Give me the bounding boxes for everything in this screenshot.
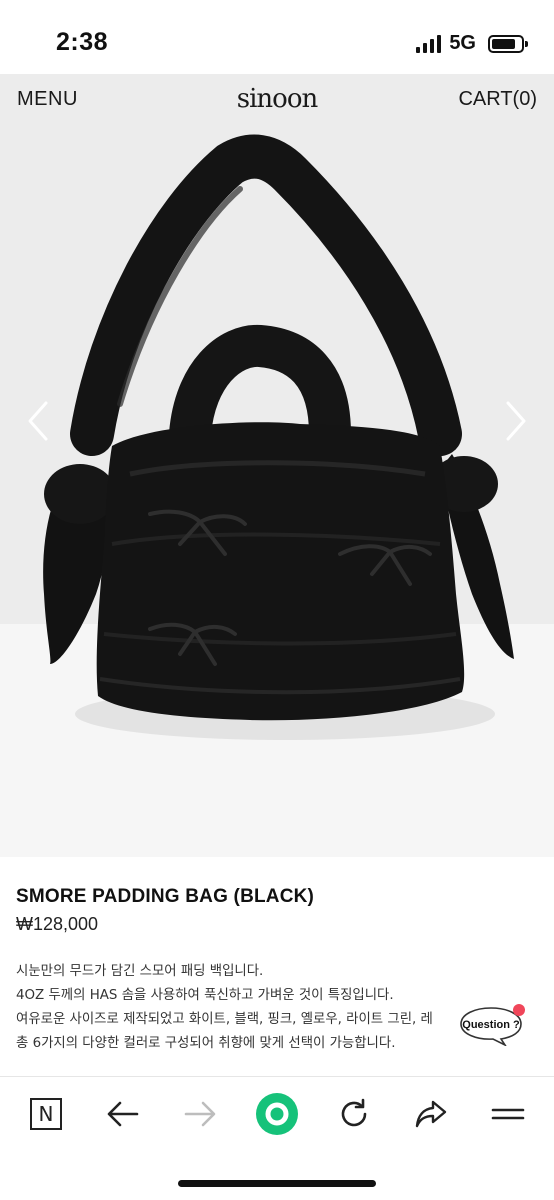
forward-arrow-icon <box>184 1101 216 1127</box>
back-button[interactable] <box>101 1092 145 1136</box>
menu-button-toolbar[interactable] <box>486 1092 530 1136</box>
reload-icon <box>341 1098 367 1127</box>
status-bar: 2:38 5G <box>0 0 554 74</box>
description-line: 시눈만의 무드가 담긴 스모어 패딩 백입니다. <box>16 964 264 979</box>
share-button[interactable] <box>409 1092 453 1136</box>
reload-button[interactable] <box>332 1092 376 1136</box>
cart-button[interactable]: CART(0) <box>458 88 537 111</box>
status-indicators: 5G <box>416 32 528 55</box>
naver-home-button[interactable]: N <box>24 1092 68 1136</box>
description-line: 총 6가지의 다양한 컬러로 구성되어 취향에 맞게 선택이 가능합니다. <box>16 1036 396 1051</box>
question-label: Question ? <box>462 1019 520 1031</box>
product-description: 시눈만의 무드가 담긴 스모어 패딩 백입니다. 4OZ 두께의 HAS 솜을 … <box>16 960 476 1056</box>
share-icon <box>415 1100 447 1128</box>
description-line: 4OZ 두께의 HAS 솜을 사용하여 푹신하고 가벼운 것이 특징입니다. <box>16 988 394 1003</box>
back-arrow-icon <box>107 1101 139 1127</box>
product-info: SMORE PADDING BAG (BLACK) ₩128,000 <box>16 886 546 935</box>
description-line: 여유로운 사이즈로 제작되었고 화이트, 블랙, 핑크, 옐로우, 라이트 그린… <box>16 1012 433 1027</box>
next-slide-arrow-icon[interactable] <box>500 399 530 443</box>
naver-n-letter: N <box>38 1102 54 1126</box>
question-chat-button[interactable]: Question ? <box>455 1002 527 1048</box>
green-dot-icon <box>256 1093 298 1135</box>
hamburger-menu-icon <box>491 1108 525 1120</box>
product-photo-bag <box>43 134 514 740</box>
product-image-carousel[interactable]: MENU sinoon CART(0) <box>0 74 554 857</box>
signal-icon <box>416 34 442 53</box>
network-type: 5G <box>449 32 476 54</box>
top-navigation: MENU sinoon CART(0) <box>0 84 554 118</box>
forward-button[interactable] <box>178 1092 222 1136</box>
previous-slide-arrow-icon[interactable] <box>24 399 54 443</box>
naver-n-icon: N <box>30 1098 62 1130</box>
speech-bubble-icon: Question ? <box>460 1004 525 1048</box>
home-indicator[interactable] <box>178 1180 376 1187</box>
battery-icon <box>488 34 528 53</box>
product-price: ₩128,000 <box>16 914 99 934</box>
green-dot-button[interactable] <box>255 1092 299 1136</box>
status-time: 2:38 <box>56 28 109 56</box>
product-title: SMORE PADDING BAG (BLACK) <box>16 886 315 907</box>
